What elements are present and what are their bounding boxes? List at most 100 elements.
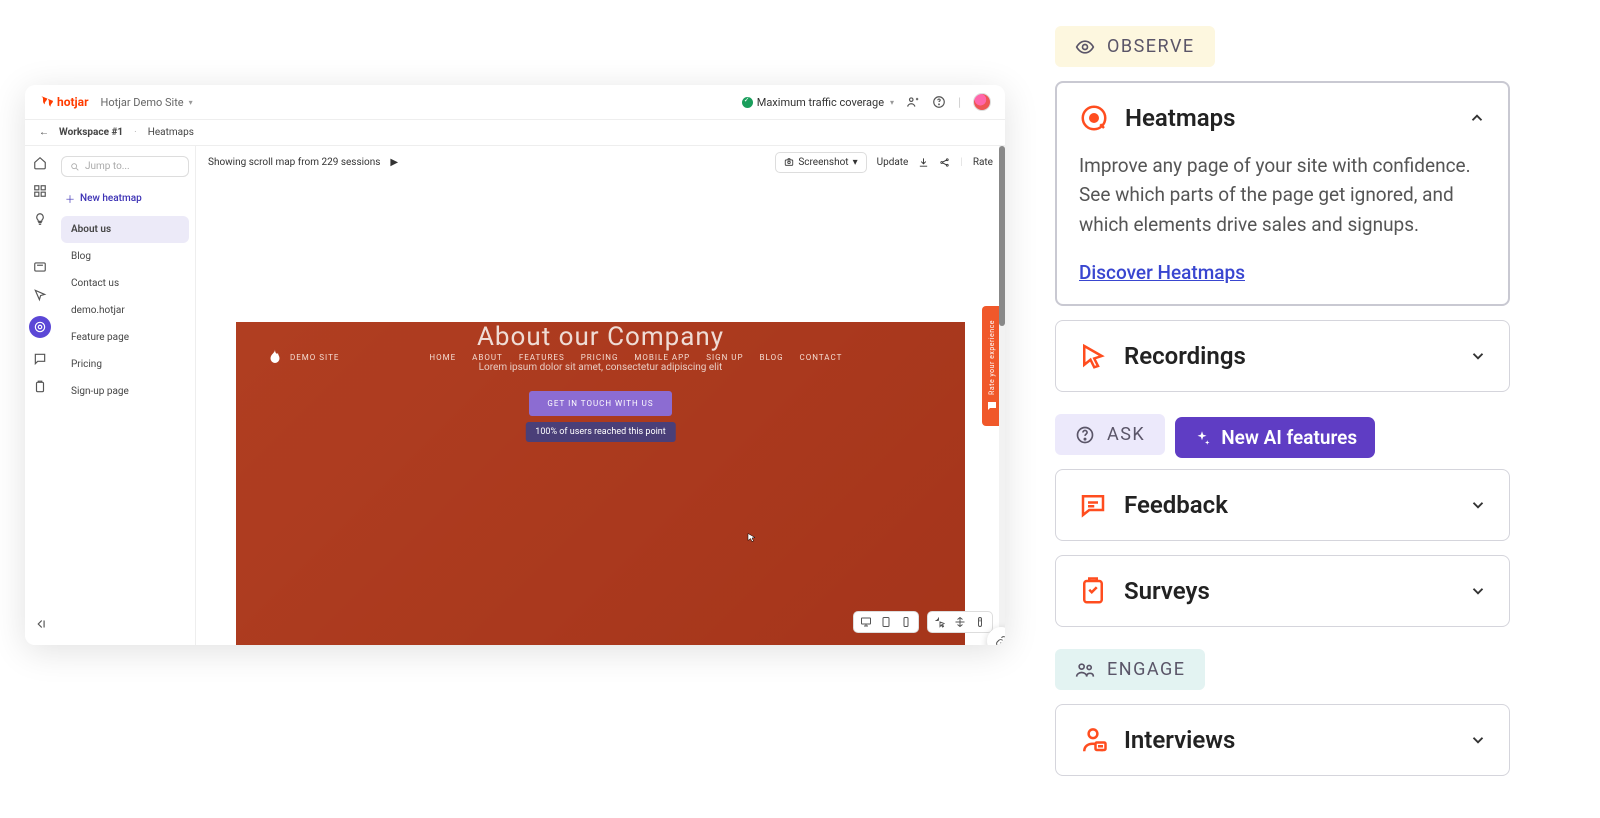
nav-rail bbox=[25, 146, 55, 645]
search-input[interactable]: Jump to... bbox=[61, 156, 189, 177]
new-heatmap-label: New heatmap bbox=[80, 193, 142, 204]
bulb-icon[interactable] bbox=[33, 212, 47, 226]
card-recordings[interactable]: Recordings bbox=[1055, 320, 1510, 392]
home-icon[interactable] bbox=[33, 156, 47, 170]
card-heatmaps[interactable]: Heatmaps Improve any page of your site w… bbox=[1055, 81, 1510, 306]
click-icon[interactable] bbox=[934, 616, 946, 628]
chevron-down-icon: ▾ bbox=[853, 157, 858, 168]
move-icon[interactable] bbox=[954, 616, 966, 628]
coverage-status[interactable]: Maximum traffic coverage ▾ bbox=[742, 96, 894, 109]
card-feedback[interactable]: Feedback bbox=[1055, 469, 1510, 541]
add-user-icon[interactable] bbox=[906, 95, 920, 109]
heatmap-preview: DEMO SITE HOMEABOUTFEATURESPRICINGMOBILE… bbox=[236, 182, 965, 645]
sparkle-icon bbox=[1193, 429, 1211, 447]
breadcrumb-page: Heatmaps bbox=[148, 127, 194, 138]
chevron-down-icon: ▾ bbox=[189, 98, 193, 107]
list-item[interactable]: Sign-up page bbox=[61, 378, 189, 405]
recordings-title: Recordings bbox=[1124, 342, 1246, 370]
chat-icon bbox=[986, 400, 998, 412]
chat-icon[interactable] bbox=[33, 352, 47, 366]
chevron-down-icon: ▾ bbox=[890, 98, 894, 107]
scroll-icon[interactable] bbox=[974, 616, 986, 628]
preview-nav-item: BLOG bbox=[760, 353, 784, 362]
heatmap-toolbar: Showing scroll map from 229 sessions ▶ S… bbox=[196, 146, 1005, 178]
site-name: Hotjar Demo Site bbox=[101, 96, 184, 109]
card-icon[interactable] bbox=[33, 260, 47, 274]
plus-icon: ＋ bbox=[65, 191, 75, 206]
app-topbar: hotjar Hotjar Demo Site ▾ Maximum traffi… bbox=[25, 85, 1005, 120]
new-ai-label: New AI features bbox=[1221, 426, 1357, 449]
list-item[interactable]: Contact us bbox=[61, 270, 189, 297]
chevron-up-icon[interactable] bbox=[1468, 109, 1486, 127]
chevron-down-icon[interactable] bbox=[1469, 731, 1487, 749]
section-tag-engage: ENGAGE bbox=[1055, 649, 1205, 690]
site-dropdown[interactable]: Hotjar Demo Site ▾ bbox=[101, 96, 193, 109]
screenshot-label: Screenshot bbox=[798, 157, 848, 168]
avatar[interactable] bbox=[973, 93, 991, 111]
pointer-icon[interactable] bbox=[33, 288, 47, 302]
clipboard-icon[interactable] bbox=[33, 380, 47, 394]
card-interviews[interactable]: Interviews bbox=[1055, 704, 1510, 776]
preview-nav-item: CONTACT bbox=[800, 353, 843, 362]
interviews-icon bbox=[1078, 725, 1108, 755]
question-icon bbox=[1075, 425, 1095, 445]
ask-label: ASK bbox=[1107, 424, 1145, 445]
grid-icon[interactable] bbox=[33, 184, 47, 198]
camera-icon bbox=[784, 157, 794, 167]
chevron-down-icon[interactable] bbox=[1469, 496, 1487, 514]
coverage-text: Maximum traffic coverage bbox=[757, 96, 884, 109]
scroll-marker: 100% of users reached this point bbox=[525, 422, 675, 442]
section-tag-ask: ASK bbox=[1055, 414, 1165, 455]
divider: | bbox=[958, 95, 961, 109]
play-icon[interactable]: ▶ bbox=[390, 157, 398, 168]
tablet-icon[interactable] bbox=[880, 616, 892, 628]
breadcrumb: ← Workspace #1 · Heatmaps bbox=[25, 120, 1005, 146]
heatmaps-link[interactable]: Discover Heatmaps bbox=[1079, 261, 1245, 284]
preview-nav-item: MOBILE APP bbox=[634, 353, 690, 362]
list-item[interactable]: Feature page bbox=[61, 324, 189, 351]
feedback-icon bbox=[1078, 490, 1108, 520]
chevron-down-icon[interactable] bbox=[1469, 582, 1487, 600]
search-icon bbox=[70, 162, 80, 172]
page-list: Jump to... ＋ New heatmap About usBlogCon… bbox=[55, 146, 195, 645]
hotjar-logo: hotjar bbox=[39, 95, 89, 109]
share-icon[interactable] bbox=[939, 157, 950, 168]
feature-panel: OBSERVE Heatmaps Improve any page of you… bbox=[1055, 18, 1510, 790]
eye-icon bbox=[1075, 37, 1095, 57]
app-window: hotjar Hotjar Demo Site ▾ Maximum traffi… bbox=[25, 85, 1005, 645]
preview-nav-item: HOME bbox=[429, 353, 456, 362]
desktop-icon[interactable] bbox=[860, 616, 872, 628]
download-icon[interactable] bbox=[918, 157, 929, 168]
nav-active[interactable] bbox=[29, 316, 51, 338]
recordings-icon bbox=[1078, 341, 1108, 371]
rate-button[interactable]: Rate bbox=[973, 157, 993, 168]
engage-label: ENGAGE bbox=[1107, 659, 1185, 680]
list-item[interactable]: Blog bbox=[61, 243, 189, 270]
feedback-title: Feedback bbox=[1124, 491, 1228, 519]
list-item[interactable]: About us bbox=[61, 216, 189, 243]
new-ai-badge[interactable]: New AI features bbox=[1175, 417, 1375, 458]
view-group bbox=[927, 611, 993, 633]
people-icon bbox=[1075, 660, 1095, 680]
new-heatmap-button[interactable]: ＋ New heatmap bbox=[65, 191, 185, 206]
preview-brand: DEMO SITE bbox=[290, 353, 339, 362]
mobile-icon[interactable] bbox=[900, 616, 912, 628]
help-icon[interactable] bbox=[932, 95, 946, 109]
list-item[interactable]: demo.hotjar bbox=[61, 297, 189, 324]
device-tools bbox=[853, 611, 993, 633]
update-button[interactable]: Update bbox=[877, 157, 909, 168]
back-arrow-icon[interactable]: ← bbox=[39, 127, 49, 138]
check-circle-icon bbox=[742, 97, 753, 108]
preview-nav-item: ABOUT bbox=[472, 353, 503, 362]
observe-label: OBSERVE bbox=[1107, 36, 1195, 57]
scrollbar[interactable] bbox=[999, 146, 1005, 645]
list-item[interactable]: Pricing bbox=[61, 351, 189, 378]
feedback-label: Rate your experience bbox=[988, 320, 996, 395]
card-surveys[interactable]: Surveys bbox=[1055, 555, 1510, 627]
screenshot-button[interactable]: Screenshot ▾ bbox=[775, 152, 866, 173]
preview-nav-item: FEATURES bbox=[519, 353, 565, 362]
breadcrumb-workspace[interactable]: Workspace #1 bbox=[59, 127, 123, 138]
collapse-icon[interactable] bbox=[33, 617, 47, 631]
interviews-title: Interviews bbox=[1124, 726, 1235, 754]
chevron-down-icon[interactable] bbox=[1469, 347, 1487, 365]
